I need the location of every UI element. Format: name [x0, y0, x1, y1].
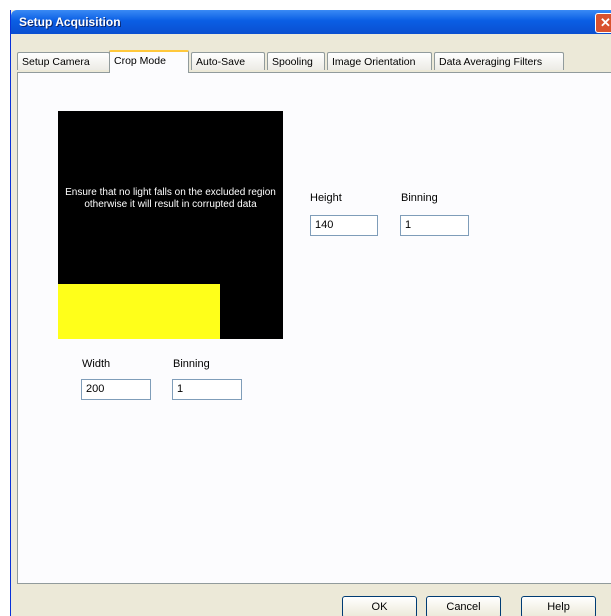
cancel-button[interactable]: Cancel [426, 596, 501, 616]
width-input[interactable]: 200 [81, 379, 151, 400]
crop-preview[interactable]: Ensure that no light falls on the exclud… [58, 111, 283, 339]
tab-spooling[interactable]: Spooling [267, 52, 325, 70]
dialog-footer: OK Cancel Help [11, 584, 611, 616]
height-binning-input[interactable]: 1 [400, 215, 469, 236]
crop-warning-message: Ensure that no light falls on the exclud… [65, 187, 276, 210]
crop-mode-panel: Ensure that no light falls on the exclud… [17, 72, 611, 584]
tab-strip: Setup Camera Crop Mode Auto-Save Spoolin… [17, 50, 611, 73]
width-binning-label: Binning [173, 358, 210, 370]
tab-setup-camera[interactable]: Setup Camera [17, 52, 110, 70]
tab-image-orientation[interactable]: Image Orientation [327, 52, 432, 70]
width-label: Width [82, 358, 111, 370]
tab-crop-mode[interactable]: Crop Mode [109, 50, 189, 73]
help-button[interactable]: Help [521, 596, 596, 616]
height-binning-label: Binning [401, 192, 438, 204]
title-bar: Setup Acquisition ✕ [11, 10, 611, 34]
tab-data-averaging-filters[interactable]: Data Averaging Filters [434, 52, 564, 70]
window-title: Setup Acquisition [19, 15, 121, 29]
close-button[interactable]: ✕ [595, 13, 611, 33]
crop-region-highlight[interactable] [58, 284, 220, 339]
ok-button[interactable]: OK [342, 596, 417, 616]
tab-auto-save[interactable]: Auto-Save [191, 52, 265, 70]
width-binning-input[interactable]: 1 [172, 379, 242, 400]
height-label: Height [310, 192, 342, 204]
height-input[interactable]: 140 [310, 215, 378, 236]
setup-acquisition-dialog: Setup Acquisition ✕ Setup Camera Crop Mo… [10, 10, 611, 616]
